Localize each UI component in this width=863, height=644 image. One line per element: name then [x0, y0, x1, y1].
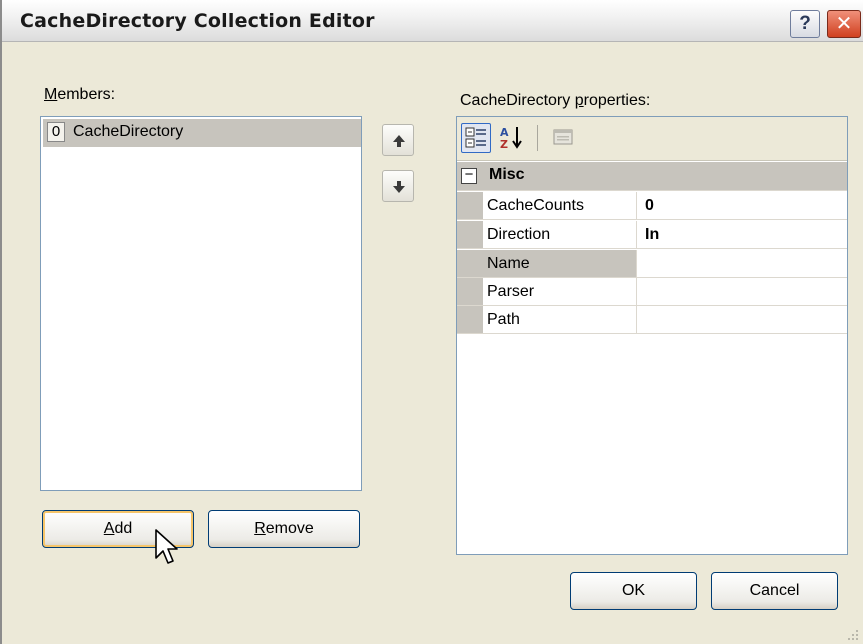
add-button-rest: dd [114, 520, 133, 537]
property-value[interactable]: 0 [638, 192, 847, 219]
property-grid[interactable]: A Z − Misc CacheCounts 0 Direction In Na… [456, 116, 848, 555]
mouse-pointer-icon [155, 529, 178, 564]
property-row-name[interactable]: Name [457, 250, 847, 278]
members-label: Members: [44, 86, 115, 104]
close-button[interactable]: ✕ [827, 10, 861, 38]
categorized-button[interactable] [461, 123, 491, 153]
toolbar-separator [537, 125, 538, 151]
property-value[interactable] [638, 250, 847, 277]
row-margin [457, 306, 483, 333]
categorized-icon [465, 127, 486, 148]
property-value[interactable] [638, 306, 847, 333]
member-name: CacheDirectory [73, 123, 184, 140]
remove-button[interactable]: Remove [208, 510, 360, 548]
properties-label-post: roperties: [583, 92, 651, 109]
row-margin [457, 192, 483, 219]
row-margin [457, 278, 483, 305]
arrow-up-icon [393, 135, 405, 147]
property-name: Direction [483, 221, 637, 248]
property-row-cachecounts[interactable]: CacheCounts 0 [457, 192, 847, 220]
alphabetical-button[interactable]: A Z [497, 123, 527, 153]
ok-button[interactable]: OK [570, 572, 697, 610]
dialog-window: CacheDirectory Collection Editor ? ✕ Mem… [0, 0, 863, 644]
property-name: Name [483, 250, 637, 277]
window-title: CacheDirectory Collection Editor [20, 10, 375, 32]
property-name: Path [483, 306, 637, 333]
move-down-button[interactable] [382, 170, 414, 202]
title-bar[interactable]: CacheDirectory Collection Editor ? ✕ [2, 0, 863, 42]
remove-button-rest: emove [265, 520, 314, 537]
property-pages-button[interactable] [549, 123, 579, 153]
property-grid-toolbar: A Z [457, 117, 847, 161]
property-row-path[interactable]: Path [457, 306, 847, 334]
row-margin [457, 250, 483, 277]
property-pages-icon [553, 129, 573, 145]
collapse-icon[interactable]: − [461, 167, 477, 184]
arrow-down-icon [393, 181, 405, 193]
properties-label: CacheDirectory properties: [460, 92, 650, 110]
members-label-accel: M [44, 86, 58, 103]
property-name: CacheCounts [483, 192, 637, 219]
cancel-button[interactable]: Cancel [711, 572, 838, 610]
svg-text:Z: Z [500, 138, 508, 151]
list-item[interactable]: 0 CacheDirectory [43, 119, 361, 147]
sort-alphabetical-icon: A Z [500, 126, 522, 151]
resize-grip-icon[interactable] [844, 626, 860, 642]
category-name: Misc [489, 166, 525, 183]
move-up-button[interactable] [382, 124, 414, 156]
members-list[interactable]: 0 CacheDirectory [40, 116, 362, 491]
properties-label-pre: CacheDirectory [460, 92, 575, 109]
row-margin [457, 221, 483, 248]
member-index: 0 [47, 122, 65, 142]
property-row-direction[interactable]: Direction In [457, 221, 847, 249]
members-label-rest: embers: [57, 86, 116, 103]
category-row-misc[interactable]: − Misc [457, 162, 847, 191]
add-button-accel: A [103, 520, 115, 537]
properties-label-accel: p [574, 92, 584, 109]
property-name: Parser [483, 278, 637, 305]
property-row-parser[interactable]: Parser [457, 278, 847, 306]
property-value[interactable] [638, 278, 847, 305]
help-button[interactable]: ? [790, 10, 820, 38]
property-value[interactable]: In [638, 221, 847, 248]
remove-button-accel: R [254, 520, 266, 537]
